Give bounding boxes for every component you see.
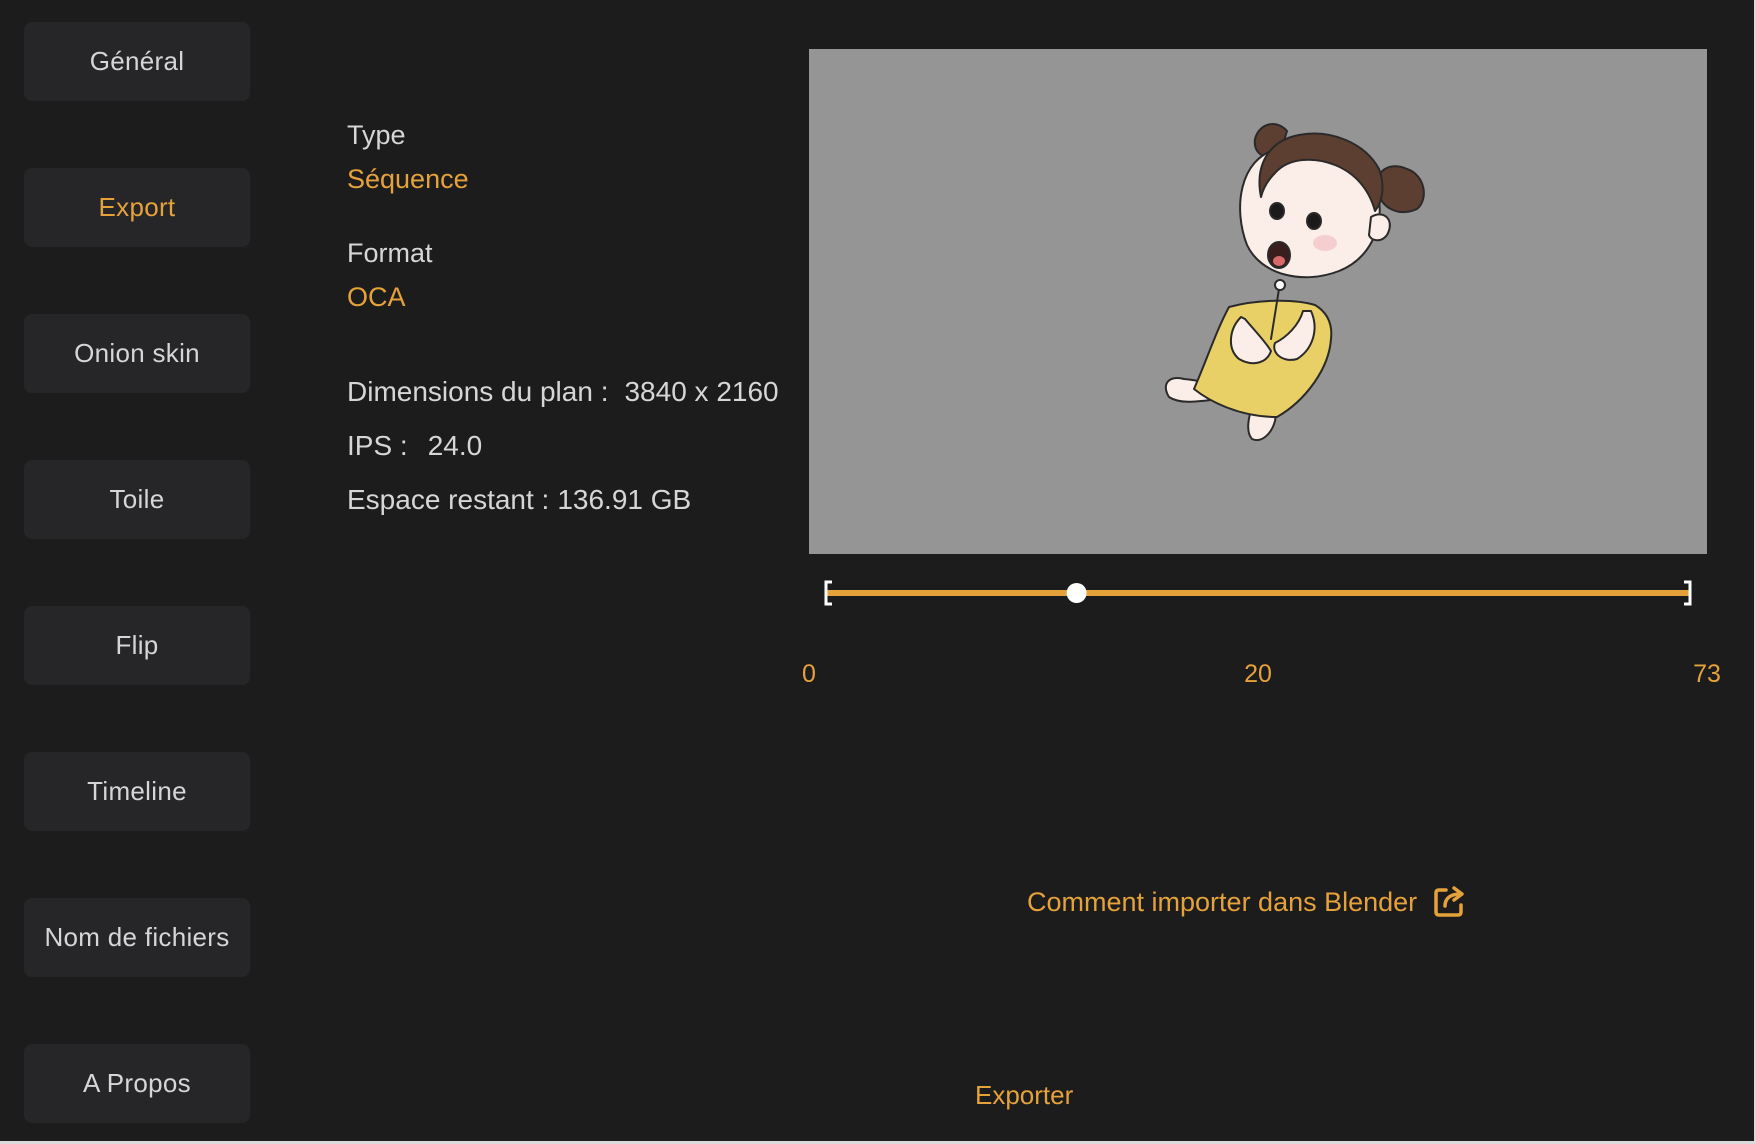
export-settings-screen: Général Export Onion skin Toile Flip Tim…	[0, 0, 1756, 1144]
export-button[interactable]: Exporter	[975, 1080, 1073, 1111]
dimensions-row: Dimensions du plan : 3840 x 2160	[347, 376, 779, 408]
timeline-min-label: 0	[802, 660, 816, 688]
sidebar-item-file-names[interactable]: Nom de fichiers	[24, 898, 250, 977]
fps-value: 24.0	[427, 430, 483, 461]
type-label: Type	[347, 120, 406, 150]
sidebar-item-toile[interactable]: Toile	[24, 460, 250, 539]
space-value: 136.91 GB	[557, 484, 692, 515]
sidebar-item-timeline[interactable]: Timeline	[24, 752, 250, 831]
space-label: Espace restant :	[347, 484, 550, 515]
blender-import-help-link[interactable]: Comment importer dans Blender	[1027, 884, 1467, 920]
cartoon-girl-illustration	[1164, 123, 1425, 441]
blender-import-help-text: Comment importer dans Blender	[1027, 886, 1418, 917]
current-frame-thumb[interactable]	[1066, 583, 1087, 603]
dimensions-value: 3840 x 2160	[624, 376, 779, 407]
format-value[interactable]: OCA	[347, 282, 406, 313]
slider-track[interactable]	[826, 590, 1690, 596]
fps-row: IPS : 24.0	[347, 430, 482, 462]
type-value[interactable]: Séquence	[347, 164, 469, 195]
format-label: Format	[347, 238, 433, 268]
sidebar-item-onion-skin[interactable]: Onion skin	[24, 314, 250, 393]
fps-label: IPS :	[347, 430, 408, 461]
sidebar-item-flip[interactable]: Flip	[24, 606, 250, 685]
sidebar-item-about[interactable]: A Propos	[24, 1044, 250, 1123]
timeline-mid-label: 20	[1244, 660, 1272, 688]
space-row: Espace restant :136.91 GB	[347, 484, 691, 516]
sidebar-item-export[interactable]: Export	[24, 168, 250, 247]
frame-range-slider[interactable]	[822, 578, 1694, 608]
timeline-max-label: 73	[1693, 660, 1721, 688]
frame-preview	[809, 49, 1707, 554]
dimensions-label: Dimensions du plan :	[347, 376, 609, 407]
sidebar-item-general[interactable]: Général	[24, 22, 250, 101]
external-link-icon	[1434, 886, 1464, 917]
